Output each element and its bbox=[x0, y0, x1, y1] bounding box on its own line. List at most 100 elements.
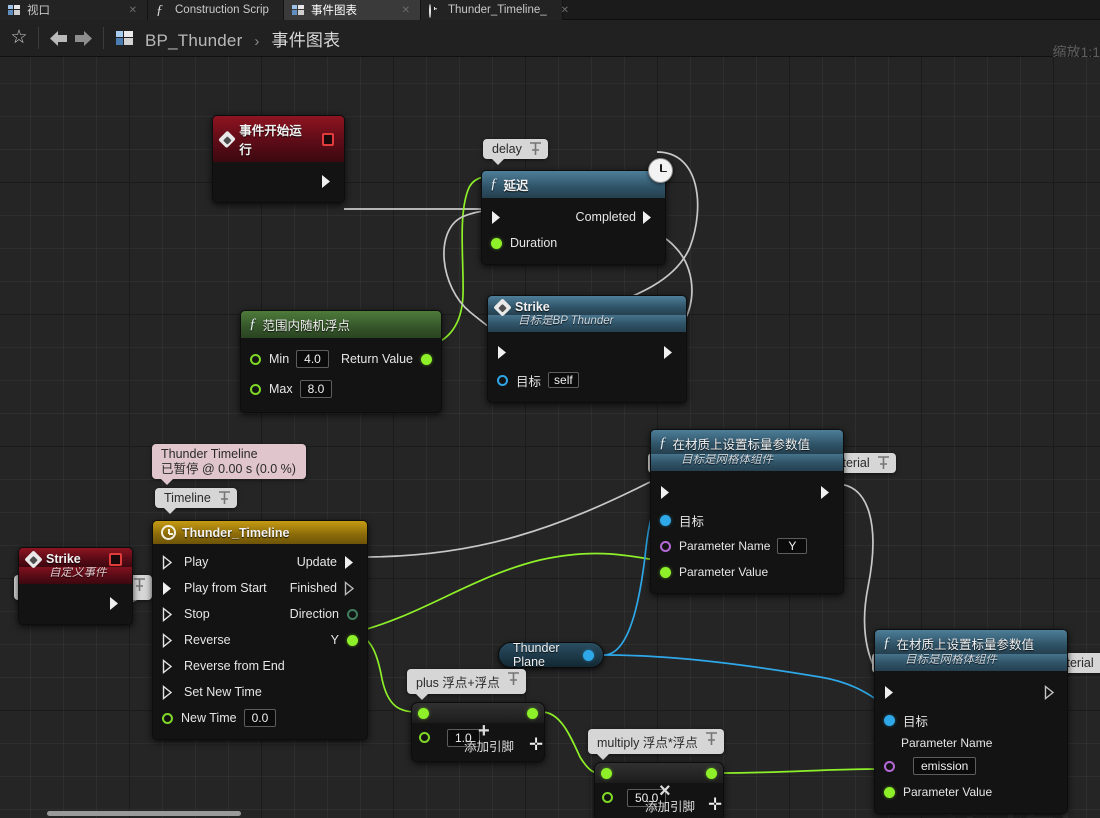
parameter-name-field[interactable]: emission bbox=[913, 757, 977, 775]
node-custom-event-strike[interactable]: Strike 自定义事件 bbox=[18, 547, 133, 625]
exec-out-pin[interactable] bbox=[1044, 684, 1058, 700]
operand-a-pin[interactable] bbox=[418, 708, 429, 719]
new-time-pin[interactable] bbox=[162, 712, 173, 724]
pin-icon[interactable] bbox=[876, 455, 891, 471]
node-strike-call[interactable]: Strike 目标是BP Thunder 目标 self bbox=[487, 295, 687, 403]
exec-in-pin-reverse[interactable] bbox=[162, 632, 176, 648]
pin-row-duration[interactable]: Duration bbox=[482, 230, 665, 256]
forward-arrow-icon[interactable] bbox=[71, 27, 95, 49]
min-value-field[interactable]: 4.0 bbox=[296, 350, 329, 368]
pin-row-parameter-name[interactable]: Parameter Name Y bbox=[651, 533, 843, 559]
tab-viewport[interactable]: 视口 ✕ bbox=[0, 0, 148, 20]
pin-row-set-new-time[interactable]: Set New Time bbox=[153, 679, 367, 705]
pin-row-reverse-from-end[interactable]: Reverse from End bbox=[153, 653, 367, 679]
pin-icon[interactable] bbox=[704, 731, 719, 747]
add-pin-label[interactable]: 添加引脚 bbox=[464, 736, 514, 755]
parameter-value-pin[interactable] bbox=[884, 786, 895, 798]
add-pin-icon[interactable]: ✛ bbox=[529, 736, 543, 753]
pin-row-exec[interactable] bbox=[488, 338, 686, 366]
pin-row-play[interactable]: Play Update bbox=[153, 549, 367, 575]
exec-in-pin[interactable] bbox=[497, 345, 511, 360]
target-pin[interactable] bbox=[660, 514, 671, 526]
target-value-field[interactable]: self bbox=[548, 372, 579, 388]
return-value-pin[interactable] bbox=[421, 353, 432, 365]
node-add-float[interactable]: 1.0 + 添加引脚 ✛ bbox=[411, 702, 545, 762]
exec-out-pin[interactable] bbox=[820, 485, 834, 500]
pin-row-exec-out[interactable] bbox=[213, 172, 344, 190]
node-event-begin-play[interactable]: 事件开始运行 bbox=[212, 115, 345, 203]
parameter-value-pin[interactable] bbox=[660, 566, 671, 578]
tab-construction-script[interactable]: ƒ Construction Scrip bbox=[148, 0, 284, 20]
exec-in-pin[interactable] bbox=[884, 685, 898, 700]
breadcrumb-root[interactable]: BP_Thunder bbox=[145, 31, 242, 50]
parameter-name-pin[interactable] bbox=[660, 540, 671, 552]
parameter-name-field[interactable]: Y bbox=[777, 538, 808, 554]
exec-in-pin[interactable] bbox=[491, 210, 505, 225]
exec-in-pin-play[interactable] bbox=[162, 554, 176, 570]
duration-pin[interactable] bbox=[491, 237, 502, 249]
operand-b-pin[interactable] bbox=[419, 732, 430, 743]
close-icon[interactable]: ✕ bbox=[129, 5, 137, 16]
operand-b-pin[interactable] bbox=[602, 792, 613, 803]
pin-row-target[interactable]: 目标 bbox=[651, 507, 843, 533]
event-graph-canvas[interactable]: 蓝图 CSDN @柳三叶 事件开始运行 delay bbox=[0, 57, 1100, 818]
node-delay[interactable]: ƒ 延迟 Completed Duration bbox=[481, 170, 666, 265]
pin-row-target[interactable]: 目标 bbox=[875, 707, 1067, 733]
pin-icon[interactable] bbox=[132, 577, 147, 593]
exec-out-pin-finished[interactable] bbox=[344, 580, 358, 596]
node-thunder-plane-variable[interactable]: Thunder Plane bbox=[498, 641, 604, 669]
exec-out-pin[interactable] bbox=[321, 174, 335, 189]
max-pin[interactable] bbox=[250, 383, 261, 395]
node-multiply-float[interactable]: 50.0 × 添加引脚 ✛ bbox=[594, 762, 724, 818]
node-random-float-in-range[interactable]: ƒ 范围内随机浮点 Min 4.0 Return Value Max 8.0 bbox=[240, 310, 442, 413]
target-pin[interactable] bbox=[497, 374, 508, 386]
y-output-pin[interactable] bbox=[347, 634, 358, 646]
exec-out-pin-update[interactable] bbox=[344, 555, 358, 570]
node-set-scalar-parameter-1[interactable]: ƒ 在材质上设置标量参数值 目标是网格体组件 目标 Parameter Name… bbox=[650, 429, 844, 594]
tab-event-graph[interactable]: 事件图表 ✕ bbox=[284, 0, 421, 20]
operand-a-pin[interactable] bbox=[601, 768, 612, 779]
pin-row-exec-out[interactable] bbox=[19, 594, 132, 612]
exec-in-pin-play-from-start[interactable] bbox=[162, 581, 176, 596]
pin-row-reverse[interactable]: Reverse Y bbox=[153, 627, 367, 653]
parameter-name-pin[interactable] bbox=[884, 760, 895, 772]
pin-row-parameter-value[interactable]: Parameter Value bbox=[875, 779, 1067, 805]
pin-row-exec[interactable] bbox=[651, 477, 843, 507]
favorite-star-icon[interactable]: ☆ bbox=[8, 27, 30, 49]
exec-out-pin[interactable] bbox=[642, 210, 656, 225]
pin-row-new-time[interactable]: New Time 0.0 bbox=[153, 705, 367, 731]
pin-row-exec[interactable]: Completed bbox=[482, 204, 665, 230]
exec-in-pin-reverse-from-end[interactable] bbox=[162, 658, 176, 674]
tab-thunder-timeline[interactable]: Thunder_Timeline_ ✕ bbox=[421, 0, 569, 20]
pin-icon[interactable] bbox=[217, 490, 232, 506]
pin-row-parameter-value[interactable]: Parameter Value bbox=[651, 559, 843, 585]
pin-row-stop[interactable]: Stop Direction bbox=[153, 601, 367, 627]
object-output-pin[interactable] bbox=[583, 649, 594, 661]
exec-in-pin-set-new-time[interactable] bbox=[162, 684, 176, 700]
min-pin[interactable] bbox=[250, 353, 261, 365]
pin-row-parameter-name[interactable]: emission bbox=[875, 753, 1067, 779]
close-icon[interactable]: ✕ bbox=[402, 5, 410, 16]
exec-out-pin[interactable] bbox=[109, 596, 123, 611]
pin-row-target[interactable]: 目标 self bbox=[488, 366, 686, 394]
max-value-field[interactable]: 8.0 bbox=[299, 380, 333, 398]
back-arrow-icon[interactable] bbox=[47, 27, 71, 49]
node-set-scalar-parameter-2[interactable]: ƒ 在材质上设置标量参数值 目标是网格体组件 目标 Parameter Name… bbox=[874, 629, 1068, 814]
pin-row-max[interactable]: Max 8.0 bbox=[241, 374, 441, 404]
result-pin[interactable] bbox=[527, 708, 538, 719]
horizontal-scrollbar[interactable] bbox=[47, 811, 241, 816]
close-icon[interactable]: ✕ bbox=[561, 5, 569, 16]
pin-row-min[interactable]: Min 4.0 Return Value bbox=[241, 344, 441, 374]
result-pin[interactable] bbox=[706, 768, 717, 779]
pin-row-play-from-start[interactable]: Play from Start Finished bbox=[153, 575, 367, 601]
exec-in-pin[interactable] bbox=[660, 485, 674, 500]
exec-in-pin-stop[interactable] bbox=[162, 606, 176, 622]
target-pin[interactable] bbox=[884, 714, 895, 726]
add-pin-icon[interactable]: ✛ bbox=[708, 796, 722, 813]
direction-pin[interactable] bbox=[347, 608, 358, 620]
exec-out-pin[interactable] bbox=[663, 345, 677, 360]
new-time-value-field[interactable]: 0.0 bbox=[243, 709, 277, 727]
node-thunder-timeline[interactable]: Thunder_Timeline Play Update Play from S… bbox=[152, 520, 368, 740]
pin-icon[interactable] bbox=[506, 671, 521, 687]
pin-icon[interactable] bbox=[528, 141, 543, 157]
